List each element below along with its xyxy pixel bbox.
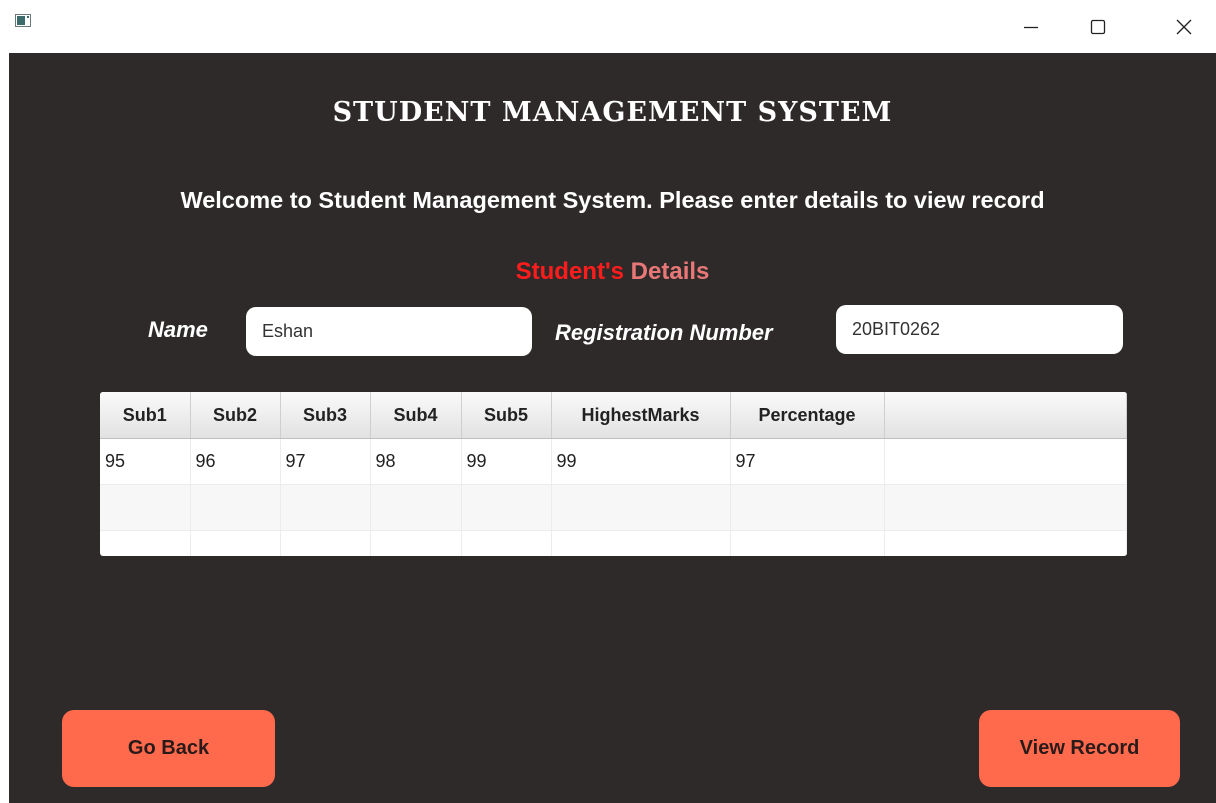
section-heading: Student's Details bbox=[9, 258, 1216, 286]
section-heading-part2: Details bbox=[624, 258, 710, 285]
column-header-highest-marks[interactable]: HighestMarks bbox=[551, 392, 731, 439]
window-titlebar bbox=[0, 0, 1216, 53]
table-cell: 97 bbox=[730, 438, 885, 485]
maximize-icon bbox=[1090, 19, 1106, 34]
view-record-button[interactable]: View Record bbox=[979, 710, 1180, 787]
table-row-empty[interactable] bbox=[100, 484, 1127, 531]
marks-table: Sub1 Sub2 Sub3 Sub4 Sub5 HighestMarks Pe… bbox=[100, 392, 1127, 556]
registration-number-input[interactable] bbox=[836, 305, 1123, 354]
section-heading-part1: Student's bbox=[515, 258, 624, 285]
table-row-empty[interactable] bbox=[100, 530, 1127, 556]
app-window-icon bbox=[15, 14, 31, 27]
column-header-percentage[interactable]: Percentage bbox=[730, 392, 885, 439]
minimize-icon bbox=[1024, 26, 1038, 28]
table-cell: 98 bbox=[370, 438, 462, 485]
column-header-sub4[interactable]: Sub4 bbox=[370, 392, 462, 439]
minimize-button[interactable] bbox=[1008, 0, 1054, 53]
table-cell: 95 bbox=[100, 438, 191, 485]
column-header-sub1[interactable]: Sub1 bbox=[100, 392, 191, 439]
maximize-button[interactable] bbox=[1075, 0, 1121, 53]
table-header-row: Sub1 Sub2 Sub3 Sub4 Sub5 HighestMarks Pe… bbox=[100, 392, 1127, 439]
page-title: STUDENT MANAGEMENT SYSTEM bbox=[332, 97, 893, 128]
main-panel: STUDENT MANAGEMENT SYSTEM Welcome to Stu… bbox=[9, 53, 1216, 803]
table-cell: 99 bbox=[461, 438, 552, 485]
column-header-filler bbox=[884, 392, 1127, 439]
close-icon bbox=[1176, 19, 1192, 34]
table-row[interactable]: 95 96 97 98 99 99 97 bbox=[100, 438, 1127, 485]
column-header-sub5[interactable]: Sub5 bbox=[461, 392, 552, 439]
name-input[interactable] bbox=[246, 307, 532, 356]
registration-number-label: Registration Number bbox=[555, 320, 773, 345]
table-cell bbox=[884, 438, 1127, 485]
table-cell: 99 bbox=[551, 438, 731, 485]
go-back-button[interactable]: Go Back bbox=[62, 710, 275, 787]
welcome-message: Welcome to Student Management System. Pl… bbox=[180, 187, 1045, 213]
close-button[interactable] bbox=[1161, 0, 1207, 53]
table-cell: 97 bbox=[280, 438, 371, 485]
table-cell: 96 bbox=[190, 438, 281, 485]
column-header-sub2[interactable]: Sub2 bbox=[190, 392, 281, 439]
column-header-sub3[interactable]: Sub3 bbox=[280, 392, 371, 439]
name-label: Name bbox=[148, 317, 208, 342]
